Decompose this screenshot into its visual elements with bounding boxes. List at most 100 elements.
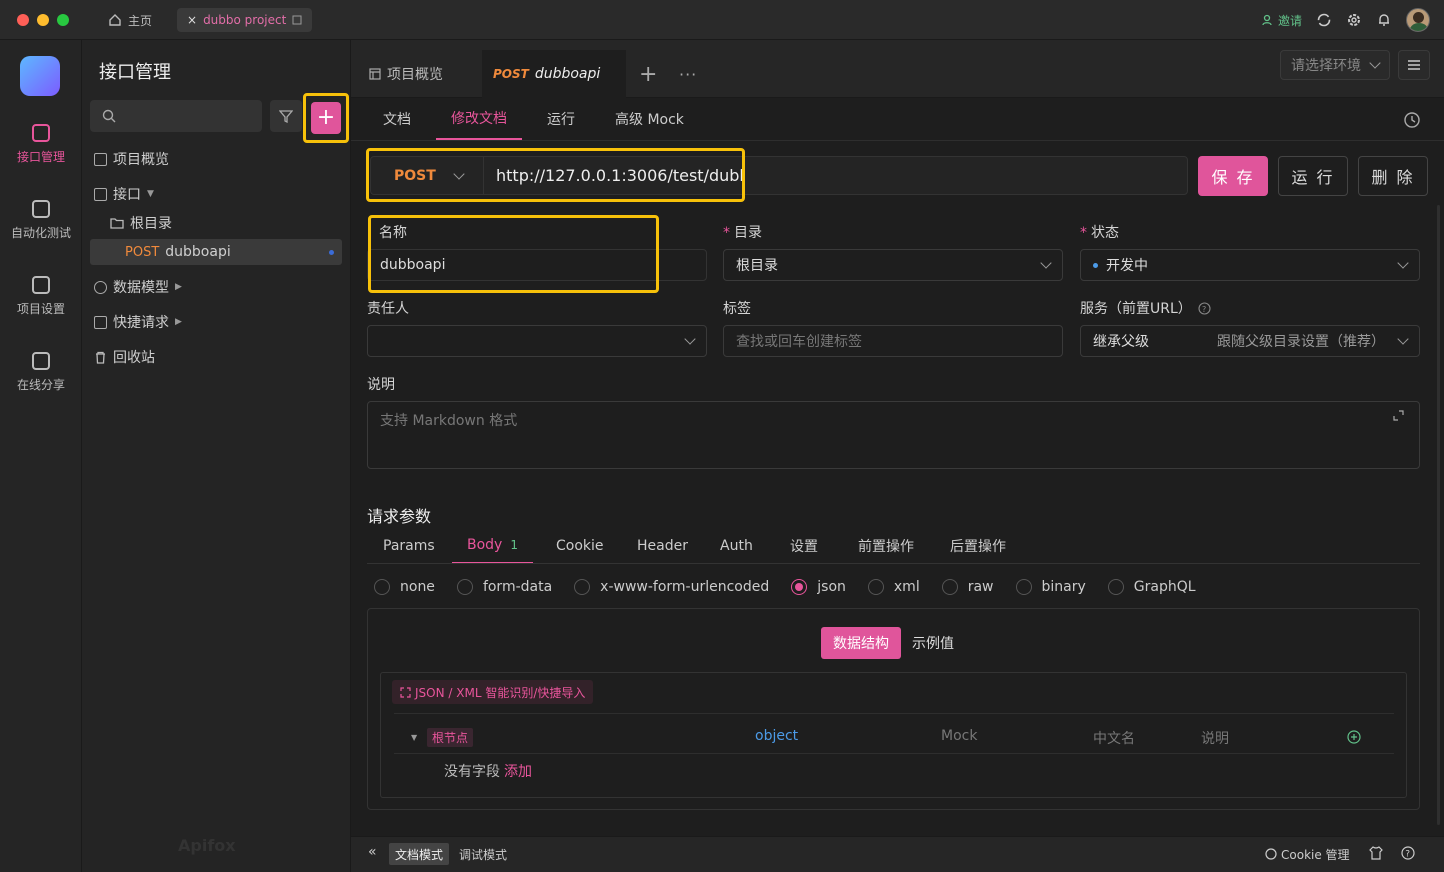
tags-input[interactable]: 查找或回车创建标签	[723, 325, 1063, 357]
main-tab-bar: 项目概览 POST dubboapi + ··· 请选择环境	[351, 40, 1444, 98]
left-rail: 接口管理 自动化测试 项目设置 在线分享	[0, 40, 82, 872]
radio-binary[interactable]	[1015, 579, 1032, 595]
rail-item-project-settings[interactable]: 项目设置	[0, 276, 82, 317]
subtab-edit-doc[interactable]: 修改文档	[436, 98, 522, 140]
status-select[interactable]: 开发中	[1080, 249, 1420, 281]
tab-dubboapi[interactable]: POST dubboapi	[482, 50, 626, 98]
collapse-caret-icon[interactable]: ▼	[411, 733, 417, 742]
segment-data-structure[interactable]: 数据结构	[821, 627, 901, 659]
maximize-window-button[interactable]	[57, 14, 69, 26]
status-display: 开发中	[1093, 255, 1148, 275]
sync-icon[interactable]	[1316, 12, 1332, 28]
cookie-manager-button[interactable]: Cookie 管理	[1265, 845, 1350, 863]
tree-item-dubboapi[interactable]: POST dubboapi	[90, 239, 342, 265]
sidebar-search-input[interactable]	[90, 100, 262, 132]
filter-button[interactable]	[270, 100, 302, 132]
ptab-body-label: Body	[467, 537, 503, 553]
collapse-sidebar-icon[interactable]: «	[368, 844, 377, 860]
subtab-advanced-mock[interactable]: 高级 Mock	[615, 98, 684, 140]
tree-item-root-dir[interactable]: 根目录	[82, 210, 351, 236]
scrollbar[interactable]	[1437, 205, 1440, 825]
expand-icon[interactable]	[1393, 410, 1404, 421]
ptab-header[interactable]: Header	[637, 528, 688, 564]
api-method-badge: POST	[125, 244, 160, 260]
radio-none[interactable]	[374, 579, 390, 595]
help-icon[interactable]: ?	[1198, 301, 1211, 315]
add-api-button[interactable]: +	[311, 102, 341, 134]
dir-label-wrap: * 目录	[723, 222, 762, 242]
user-avatar[interactable]	[1406, 8, 1430, 32]
ptab-body[interactable]: Body 1	[452, 528, 533, 564]
ptab-pre-ops[interactable]: 前置操作	[858, 528, 914, 564]
radio-graphql[interactable]	[1107, 579, 1124, 595]
tree-item-data-models[interactable]: 数据模型 ▶	[82, 274, 351, 300]
rail-label-api-management: 接口管理	[16, 150, 65, 164]
svg-text:?: ?	[1405, 850, 1410, 860]
tree-item-interfaces[interactable]: 接口 ▼	[82, 181, 351, 207]
ptab-post-ops[interactable]: 后置操作	[950, 528, 1006, 564]
radio-raw[interactable]	[941, 579, 958, 595]
history-icon[interactable]	[1403, 111, 1421, 129]
rail-item-online-share[interactable]: 在线分享	[0, 352, 82, 393]
tree-item-recycle-bin[interactable]: 回收站	[82, 344, 351, 370]
root-type[interactable]: object	[755, 728, 798, 744]
add-field-icon[interactable]	[1347, 730, 1361, 744]
plus-icon: +	[316, 105, 336, 130]
service-select[interactable]: 继承父级 跟随父级目录设置（推荐）	[1080, 325, 1420, 357]
close-window-button[interactable]	[17, 14, 29, 26]
desc-label: 说明	[367, 377, 395, 393]
environment-select[interactable]: 请选择环境	[1280, 50, 1390, 80]
ptab-cookie[interactable]: Cookie	[556, 528, 604, 564]
tree-label-dubboapi: dubboapi	[165, 244, 231, 260]
tree-label-recycle-bin: 回收站	[113, 350, 155, 366]
rail-item-api-management[interactable]: 接口管理	[0, 124, 82, 165]
subtab-doc[interactable]: 文档	[383, 98, 411, 140]
menu-button[interactable]	[1398, 50, 1430, 80]
ptab-settings[interactable]: 设置	[790, 528, 818, 564]
save-button[interactable]: 保 存	[1198, 156, 1268, 196]
segment-example-value[interactable]: 示例值	[901, 627, 965, 659]
caret-right-icon[interactable]: ▶	[175, 317, 182, 327]
radio-urlencoded[interactable]	[574, 579, 591, 595]
add-field-link[interactable]: 添加	[504, 761, 532, 781]
more-tabs-button[interactable]: ···	[679, 50, 697, 98]
caret-down-icon[interactable]: ▼	[147, 189, 154, 199]
status-label: 状态	[1091, 225, 1119, 241]
minimize-window-button[interactable]	[37, 14, 49, 26]
radio-form-data[interactable]	[456, 579, 473, 595]
tree-label-data-models: 数据模型	[113, 280, 169, 296]
radio-json[interactable]	[791, 579, 808, 595]
root-node-tag: 根节点	[427, 728, 474, 747]
doc-mode-button[interactable]: 文档模式	[389, 843, 450, 865]
new-tab-button[interactable]: +	[639, 50, 657, 98]
bell-icon[interactable]	[1376, 12, 1392, 28]
run-button[interactable]: 运 行	[1278, 156, 1348, 196]
dir-select[interactable]: 根目录	[723, 249, 1063, 281]
owner-select[interactable]	[367, 325, 707, 357]
gear-icon[interactable]	[1346, 12, 1362, 28]
delete-button[interactable]: 删 除	[1358, 156, 1428, 196]
description-textarea[interactable]: 支持 Markdown 格式	[367, 401, 1420, 469]
caret-right-icon[interactable]: ▶	[175, 282, 182, 292]
tree-label-overview: 项目概览	[113, 152, 169, 168]
tree-item-overview[interactable]: 项目概览	[82, 146, 351, 172]
rail-item-automated-testing[interactable]: 自动化测试	[0, 200, 82, 241]
ptab-auth[interactable]: Auth	[720, 528, 753, 564]
invite-button[interactable]: 邀请	[1262, 12, 1302, 29]
search-icon	[102, 109, 116, 123]
dir-value: 根目录	[736, 258, 778, 274]
help-icon[interactable]: ?	[1401, 846, 1415, 860]
name-highlight-frame	[368, 215, 659, 293]
subtab-run[interactable]: 运行	[547, 98, 575, 140]
shirt-icon[interactable]	[1369, 846, 1383, 860]
home-tab[interactable]: 主页	[108, 10, 152, 30]
ptab-params[interactable]: Params	[383, 528, 435, 564]
rail-label-automated-testing: 自动化测试	[10, 226, 71, 240]
tree-item-quick-requests[interactable]: 快捷请求 ▶	[82, 309, 351, 335]
project-tab[interactable]: × dubbo project	[177, 8, 313, 32]
debug-mode-button[interactable]: 调试模式	[453, 843, 513, 865]
radio-xml[interactable]	[867, 579, 884, 595]
json-import-button[interactable]: JSON / XML 智能识别/快捷导入	[392, 680, 594, 704]
close-tab-icon[interactable]: ×	[187, 13, 197, 27]
tab-project-overview[interactable]: 项目概览	[351, 50, 481, 98]
